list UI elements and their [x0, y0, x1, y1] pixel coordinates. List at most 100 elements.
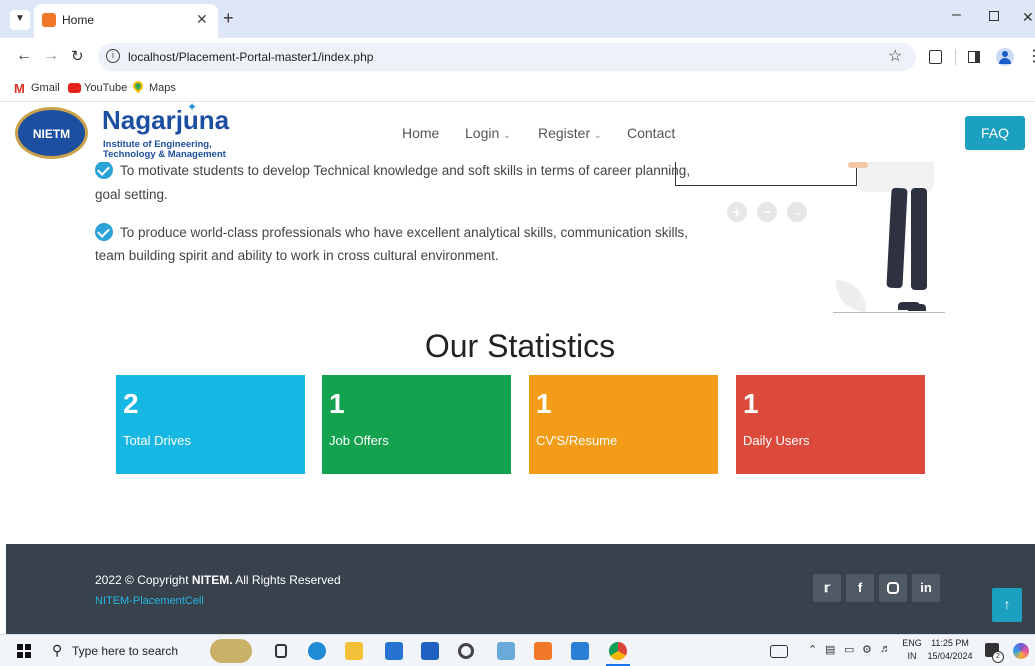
profile-avatar[interactable]	[996, 48, 1014, 66]
globe-icon[interactable]: ⚙	[862, 643, 872, 656]
restore-icon[interactable]	[989, 11, 999, 21]
new-tab-button[interactable]: +	[223, 8, 234, 29]
person-leg-left	[886, 187, 908, 289]
show-hidden-icons-icon[interactable]: ⌃	[808, 643, 817, 656]
stat-value: 1	[329, 388, 345, 419]
edge-icon[interactable]	[308, 642, 326, 660]
chrome-icon[interactable]	[609, 642, 627, 660]
plant-leaf	[836, 280, 866, 312]
person-arm	[848, 162, 868, 168]
back-icon[interactable]: ←	[16, 47, 32, 65]
scroll-to-top-button[interactable]: ↑	[992, 588, 1022, 622]
address-text[interactable]: localhost/Placement-Portal-master1/index…	[128, 50, 373, 64]
xampp-favicon-icon	[42, 13, 56, 27]
stat-label: Daily Users	[743, 433, 810, 448]
nav-home[interactable]: Home	[402, 125, 439, 141]
keyboard-icon[interactable]	[770, 645, 788, 658]
point-2-line-1: To produce world-class professionals who…	[120, 225, 688, 240]
file-explorer-icon[interactable]	[345, 642, 363, 660]
point-2-line-2: team building spirit and ability to work…	[95, 248, 499, 263]
volume-icon[interactable]: ♬	[880, 643, 891, 655]
ground-line	[833, 312, 945, 313]
forward-icon[interactable]: →	[43, 47, 59, 65]
tab-close-icon[interactable]: ✕	[196, 11, 208, 28]
stat-card-total-drives: 2 Total Drives	[116, 375, 305, 474]
weather-widget-icon[interactable]	[210, 639, 252, 663]
hero-illustration: + − →	[670, 152, 970, 322]
check-icon	[95, 223, 113, 241]
vscode-icon[interactable]	[571, 642, 589, 660]
copilot-icon[interactable]	[1013, 643, 1029, 659]
nav-label: Login	[465, 125, 500, 141]
taskbar-search-box[interactable]: ⚲ Type here to search	[44, 637, 204, 665]
placement-cell-link[interactable]: NITEM-PlacementCell	[95, 595, 204, 607]
mail-icon[interactable]	[421, 642, 439, 660]
task-view-icon[interactable]	[275, 644, 287, 658]
notepad-icon[interactable]	[497, 642, 515, 660]
stat-value: 2	[123, 388, 139, 419]
stat-card-resume: 1 CV'S/Resume	[529, 375, 718, 474]
chevron-down-icon: ⌄	[503, 130, 511, 140]
reload-icon[interactable]: ↻	[71, 47, 84, 65]
stat-label: Job Offers	[329, 433, 389, 448]
point-1-line-1: To motivate students to develop Technica…	[120, 163, 691, 178]
logo-text: NIETM	[32, 127, 71, 141]
store-icon[interactable]	[385, 642, 403, 660]
close-window-icon[interactable]: ✕	[1022, 9, 1034, 26]
clock[interactable]: 11:25 PM 15/04/2024	[926, 638, 974, 661]
person-leg-right	[911, 188, 927, 290]
language-indicator[interactable]: ENG IN	[900, 638, 924, 661]
bookmark-star-icon[interactable]: ☆	[888, 46, 902, 66]
xampp-icon[interactable]	[534, 642, 552, 660]
search-placeholder: Type here to search	[72, 644, 179, 658]
battery-icon[interactable]: ▭	[844, 643, 854, 656]
side-panel-icon[interactable]	[968, 51, 980, 63]
copyright-suffix: All Rights Reserved	[232, 573, 341, 587]
brand-name[interactable]: Nagarjuna	[102, 105, 229, 136]
tab-title: Home	[62, 13, 95, 27]
lang-secondary: IN	[907, 651, 917, 661]
notification-count-badge: 2	[992, 651, 1004, 663]
twitter-icon[interactable]: 𝕣	[813, 574, 841, 602]
copyright-brand: NITEM.	[191, 573, 233, 587]
address-bar[interactable]: i localhost/Placement-Portal-master1/ind…	[98, 43, 916, 71]
check-icon	[95, 161, 113, 179]
instagram-icon[interactable]	[879, 574, 907, 602]
maps-pin-icon	[130, 78, 146, 94]
tab-search-button[interactable]: ▼	[10, 10, 30, 30]
nav-contact[interactable]: Contact	[627, 125, 675, 141]
minimize-icon[interactable]: –	[952, 6, 961, 24]
site-info-icon[interactable]: i	[106, 49, 120, 63]
browser-tab-home[interactable]: Home ✕	[34, 4, 218, 38]
nav-register[interactable]: Register ⌄	[538, 125, 602, 141]
bookmark-label: Maps	[149, 82, 176, 94]
brand-sparkle-icon: ✦	[187, 102, 198, 114]
person-shoe-right	[908, 304, 926, 311]
stat-label: CV'S/Resume	[536, 433, 618, 448]
browser-tab-bar: ▼ Home ✕ + – ✕	[0, 0, 1035, 38]
bookmarks-bar: M Gmail YouTube Maps	[0, 76, 1035, 102]
brand-subtitle-2: Technology & Management	[103, 149, 226, 160]
browser-menu-icon[interactable]: ⋮	[1026, 46, 1035, 66]
stat-card-job-offers: 1 Job Offers	[322, 375, 511, 474]
windows-start-icon[interactable]	[17, 644, 31, 658]
site-footer: 2022 © Copyright NITEM. All Rights Reser…	[6, 544, 1035, 634]
stats-title: Our Statistics	[424, 328, 616, 364]
nietm-logo[interactable]: NIETM	[15, 107, 88, 159]
faq-button[interactable]: FAQ	[965, 116, 1025, 150]
linkedin-icon[interactable]: in	[912, 574, 940, 602]
windows-taskbar: ⚲ Type here to search ⌃ ▤ ▭ ⚙ ♬ ENG IN 1…	[0, 634, 1035, 666]
network-icon[interactable]: ▤	[825, 643, 835, 656]
nav-label: Register	[538, 125, 591, 141]
clock-date: 15/04/2024	[927, 651, 973, 661]
browser-toolbar: ← → ↻ i localhost/Placement-Portal-maste…	[0, 38, 1035, 76]
facebook-icon[interactable]: f	[846, 574, 874, 602]
search-icon: ⚲	[52, 642, 63, 658]
chevron-down-icon: ⌄	[594, 130, 602, 140]
page-viewport: + − → To motivate students to develop Te…	[0, 102, 1035, 634]
extensions-icon[interactable]	[929, 50, 942, 64]
nav-login[interactable]: Login ⌄	[465, 125, 511, 141]
settings-gear-icon[interactable]	[458, 643, 474, 659]
bookmark-label: Gmail	[31, 82, 60, 94]
bookmark-label: YouTube	[84, 82, 128, 94]
